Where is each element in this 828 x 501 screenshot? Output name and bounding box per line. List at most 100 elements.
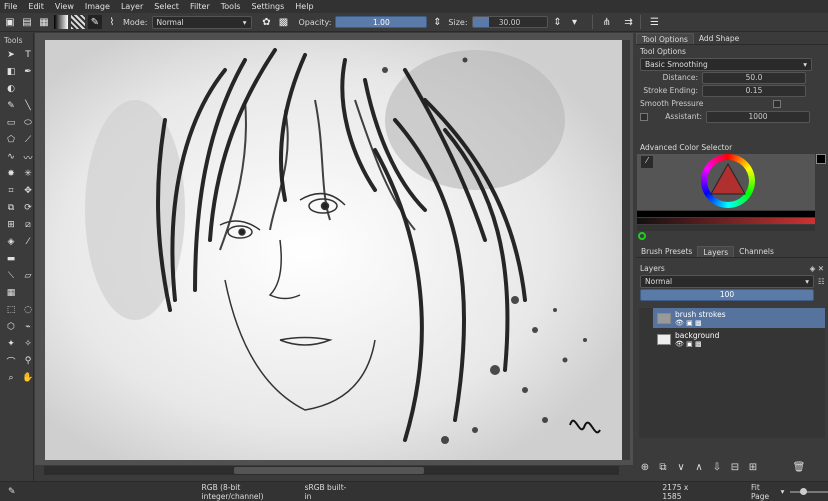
polyline-tool-icon[interactable]: ⟋ bbox=[21, 133, 35, 147]
contiguous-select-icon[interactable]: ✦ bbox=[4, 337, 18, 351]
new-document-icon[interactable]: ▣ bbox=[3, 15, 17, 29]
magnetic-select-icon[interactable]: ⚲ bbox=[21, 354, 35, 368]
color-picker-icon[interactable]: ⁄ bbox=[21, 235, 35, 249]
menu-view[interactable]: View bbox=[55, 2, 74, 11]
opacity-slider[interactable]: 1.00 bbox=[335, 16, 428, 28]
refresh-icon[interactable] bbox=[638, 232, 646, 240]
rectangle-tool-icon[interactable]: ▭ bbox=[4, 116, 18, 130]
chevron-down-icon[interactable]: ▾ bbox=[568, 15, 582, 29]
menu-select[interactable]: Select bbox=[154, 2, 179, 11]
shade-strip-black[interactable] bbox=[637, 211, 815, 217]
move-up-icon[interactable]: ∧ bbox=[690, 462, 708, 473]
polygon-select-icon[interactable]: ⬡ bbox=[4, 320, 18, 334]
smoothing-select[interactable]: Basic Smoothing ▾ bbox=[640, 58, 812, 71]
move-tool-icon[interactable]: ✥ bbox=[21, 184, 35, 198]
hue-ring[interactable] bbox=[701, 154, 755, 208]
merge-down-icon[interactable]: ⇩ bbox=[708, 462, 726, 473]
polygon-tool-icon[interactable]: ⬠ bbox=[4, 133, 18, 147]
tab-tool-options[interactable]: Tool Options bbox=[636, 33, 694, 44]
outline-select-icon[interactable]: ⌁ bbox=[21, 320, 35, 334]
preserve-alpha-icon[interactable]: ▩ bbox=[277, 15, 291, 29]
select-shapes-icon[interactable]: ➤ bbox=[4, 48, 18, 62]
properties-alt-icon[interactable]: ⊞ bbox=[744, 462, 762, 473]
bezier-select-icon[interactable]: ⌒ bbox=[4, 354, 18, 368]
layer-visibility-icons[interactable]: 👁 ▣ ▩ bbox=[675, 340, 719, 348]
bezier-tool-icon[interactable]: ∿ bbox=[4, 150, 18, 164]
canvas-area[interactable] bbox=[35, 33, 633, 465]
pattern-icon[interactable] bbox=[71, 15, 85, 29]
assistant-slider[interactable]: 1000 bbox=[706, 110, 810, 123]
drawing-canvas[interactable] bbox=[45, 40, 622, 460]
similar-select-icon[interactable]: ✧ bbox=[21, 337, 35, 351]
distance-slider[interactable]: 50.0 bbox=[702, 71, 806, 84]
menu-settings[interactable]: Settings bbox=[251, 2, 284, 11]
layer-visibility-icons[interactable]: 👁 ▣ ▩ bbox=[675, 319, 726, 327]
ellipse-tool-icon[interactable]: ⬭ bbox=[21, 116, 35, 130]
freehand-brush-icon[interactable]: ✎ bbox=[4, 99, 18, 113]
measure-tool-icon[interactable]: ⟍ bbox=[4, 269, 18, 283]
gradient-edit-icon[interactable]: ◐ bbox=[4, 82, 18, 96]
zoom-slider[interactable] bbox=[790, 487, 828, 495]
menu-layer[interactable]: Layer bbox=[121, 2, 143, 11]
tab-layers[interactable]: Layers bbox=[697, 246, 735, 257]
grid-tool-icon[interactable]: ⊞ bbox=[4, 218, 18, 232]
menu-help[interactable]: Help bbox=[295, 2, 313, 11]
shade-strip-red[interactable] bbox=[637, 218, 815, 224]
brush-preset-icon[interactable]: ✎ bbox=[88, 15, 102, 29]
edit-shapes-icon[interactable]: ◧ bbox=[4, 65, 18, 79]
color-wheel-area[interactable]: ⁄ bbox=[637, 154, 815, 210]
ruler-tool-icon[interactable]: ▱ bbox=[21, 269, 35, 283]
rotate-tool-icon[interactable]: ⟳ bbox=[21, 201, 35, 215]
assistant-checkbox[interactable] bbox=[640, 112, 648, 121]
multibrush-icon[interactable]: ✳ bbox=[21, 167, 35, 181]
horizontal-scrollbar[interactable] bbox=[44, 466, 619, 475]
zoom-select[interactable]: Fit Page bbox=[751, 483, 779, 501]
menu-image[interactable]: Image bbox=[85, 2, 110, 11]
calligraphy-icon[interactable]: ✒ bbox=[21, 65, 35, 79]
filter-icon[interactable]: ☷ bbox=[818, 277, 825, 286]
vertical-scrollbar[interactable] bbox=[622, 40, 630, 460]
add-layer-icon[interactable]: ⊕ bbox=[636, 462, 654, 473]
move-down-icon[interactable]: ∨ bbox=[672, 462, 690, 473]
rect-select-icon[interactable]: ⬚ bbox=[4, 303, 18, 317]
tab-add-shape[interactable]: Add Shape bbox=[694, 33, 744, 44]
mode-select[interactable]: Normal ▾ bbox=[151, 15, 252, 29]
menu-tools[interactable]: Tools bbox=[221, 2, 241, 11]
menu-edit[interactable]: Edit bbox=[28, 2, 44, 11]
workspace-icon[interactable]: ☰ bbox=[648, 15, 662, 29]
opacity-stepper-icon[interactable]: ⇕ bbox=[430, 15, 444, 29]
properties-icon[interactable]: ⊟ bbox=[726, 462, 744, 473]
ellipse-select-icon[interactable]: ◌ bbox=[21, 303, 35, 317]
size-slider[interactable]: 30.00 bbox=[471, 16, 548, 28]
zoom-slider-handle[interactable] bbox=[800, 487, 808, 495]
smooth-pressure-checkbox[interactable] bbox=[773, 99, 782, 108]
mirror-vertical-icon[interactable]: ⇉ bbox=[622, 15, 636, 29]
perspective-tool-icon[interactable]: ⧄ bbox=[21, 218, 35, 232]
open-document-icon[interactable]: ▤ bbox=[20, 15, 34, 29]
reference-grid-icon[interactable]: ▦ bbox=[4, 286, 18, 300]
crop-tool-icon[interactable]: ⌗ bbox=[4, 184, 18, 198]
layer-item[interactable]: background 👁 ▣ ▩ bbox=[653, 329, 825, 349]
zoom-tool-icon[interactable]: ⌕ bbox=[4, 371, 18, 385]
menu-filter[interactable]: Filter bbox=[190, 2, 210, 11]
brush-settings-icon[interactable]: ⌇ bbox=[105, 15, 119, 29]
current-color-swatch[interactable] bbox=[816, 154, 826, 164]
gradient-icon[interactable] bbox=[54, 15, 68, 29]
dynamic-brush-icon[interactable]: ✸ bbox=[4, 167, 18, 181]
delete-layer-icon[interactable]: 🗑 bbox=[790, 462, 808, 473]
stroke-ending-slider[interactable]: 0.15 bbox=[702, 84, 806, 97]
shade-strip-dark[interactable] bbox=[637, 225, 815, 231]
tab-brush-presets[interactable]: Brush Presets bbox=[636, 246, 697, 257]
text-tool-icon[interactable]: T bbox=[21, 48, 35, 62]
layer-opacity-slider[interactable]: 100 bbox=[640, 288, 814, 301]
size-stepper-icon[interactable]: ⇕ bbox=[551, 15, 565, 29]
tab-channels[interactable]: Channels bbox=[734, 246, 779, 257]
eraser-mode-icon[interactable]: ✿ bbox=[260, 15, 274, 29]
pattern-edit-icon[interactable] bbox=[21, 82, 35, 96]
blend-mode-select[interactable]: Normal ▾ bbox=[640, 275, 814, 288]
layer-item[interactable]: brush strokes 👁 ▣ ▩ bbox=[653, 308, 825, 328]
eyedropper-icon[interactable]: ⁄ bbox=[641, 156, 653, 168]
transform-tool-icon[interactable]: ⧉ bbox=[4, 201, 18, 215]
line-tool-icon[interactable]: ╲ bbox=[21, 99, 35, 113]
scrollbar-thumb[interactable] bbox=[234, 467, 424, 474]
